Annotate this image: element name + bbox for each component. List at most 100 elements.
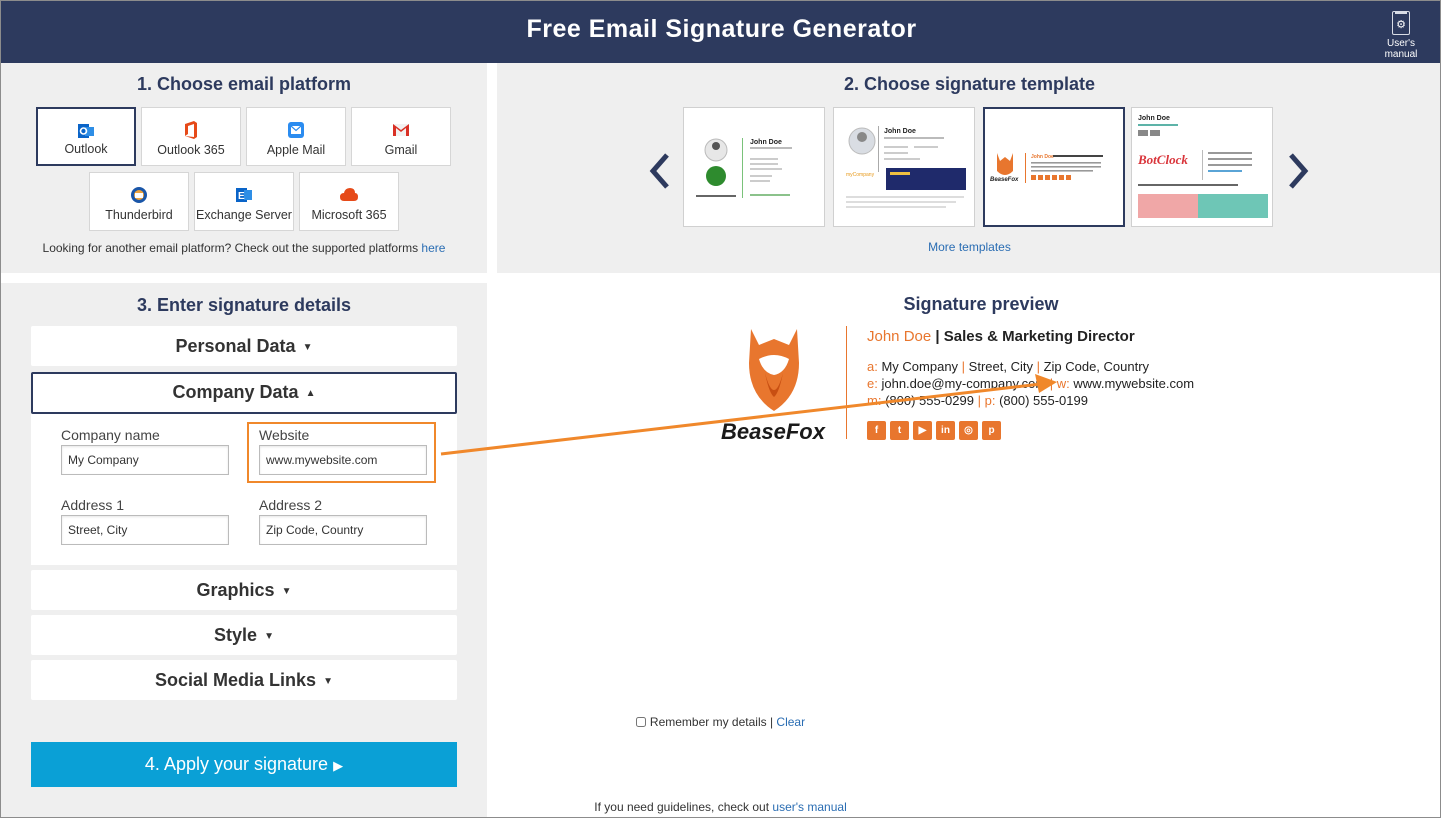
caret-down-icon: ▼ [302, 342, 313, 353]
signature-company: My Company [881, 359, 959, 374]
template-4-preview: John Doe BotClock [1137, 115, 1268, 218]
web-prefix: w: [1056, 376, 1070, 391]
template-panel-title: 2. Choose signature template [843, 74, 1096, 94]
manual-gear-icon: ⚙ [1392, 11, 1410, 35]
platform-label: Outlook 365 [157, 143, 225, 157]
platform-panel: 1. Choose email platform Outlook Outlook… [1, 63, 487, 273]
phone-prefix: p: [984, 393, 996, 408]
more-templates-link[interactable]: More templates [497, 240, 1440, 254]
remember-details-row: Remember my details | Clear [1, 715, 1440, 729]
signature-mobile: (800) 555-0299 [885, 393, 974, 408]
platform-label: Gmail [384, 143, 418, 157]
caret-down-icon: ▼ [323, 676, 333, 687]
signature-social-icons: f t ▶ in ◎ p [867, 420, 1005, 440]
platform-outlook-365[interactable]: Outlook 365 [141, 107, 241, 166]
thunderbird-icon [131, 187, 147, 203]
template-2-brand: myCompany [846, 172, 875, 178]
guidelines-note: If you need guidelines, check out user's… [1, 800, 1440, 814]
section-graphics-label: Graphics [196, 580, 275, 600]
signature-preview-title: Signature preview [903, 294, 1059, 314]
youtube-icon: ▶ [913, 421, 932, 440]
template-1-name: John Doe [750, 139, 782, 146]
instagram-icon: ◎ [959, 421, 978, 440]
header-bar: Free Email Signature Generator ⚙ User's … [1, 1, 1440, 63]
template-4-name: John Doe [1138, 115, 1170, 122]
signature-zip: Zip Code, Country [1043, 359, 1150, 374]
template-thumb-1[interactable]: John Doe [683, 107, 825, 227]
platform-note: Looking for another email platform? Chec… [1, 241, 487, 255]
template-thumb-2[interactable]: John Doe myCompany [833, 107, 975, 227]
address-prefix: a: [867, 359, 878, 374]
signature-phone: (800) 555-0199 [999, 393, 1088, 408]
company-name-input[interactable] [61, 445, 229, 475]
template-2-name: John Doe [884, 128, 916, 135]
platform-gmail[interactable]: Gmail [351, 107, 451, 166]
platform-microsoft-365[interactable]: Microsoft 365 [299, 172, 399, 231]
address1-input[interactable] [61, 515, 229, 545]
apple-mail-icon [288, 122, 304, 138]
page-title: Free Email Signature Generator [526, 15, 917, 43]
section-company-label: Company Data [172, 382, 299, 402]
platform-outlook[interactable]: Outlook [36, 107, 136, 166]
logo-wordmark: BeaseFox [721, 419, 826, 443]
chevron-right-icon[interactable] [1283, 151, 1313, 191]
template-3-brand: BeaseFox [990, 177, 1019, 183]
signature-position: Sales & Marketing Director [943, 328, 1135, 345]
signature-name: John Doe [867, 328, 932, 345]
template-3-name: John Doe [1031, 154, 1054, 160]
mobile-prefix: m: [867, 393, 882, 408]
exchange-icon: E [236, 188, 252, 202]
section-social-label: Social Media Links [155, 670, 317, 690]
remember-details-checkbox[interactable] [635, 717, 646, 727]
section-style-label: Style [214, 625, 258, 645]
users-manual-button[interactable]: ⚙ User's manual [1370, 11, 1432, 60]
template-4-brand: BotClock [1137, 152, 1188, 167]
platform-thunderbird[interactable]: Thunderbird [89, 172, 189, 231]
platform-label: Apple Mail [266, 143, 326, 157]
template-panel: 2. Choose signature template John Doe Jo… [497, 63, 1440, 273]
signature-street: Street, City [968, 359, 1033, 374]
remember-details-label: Remember my details [649, 715, 767, 729]
section-style[interactable]: Style ▼ [31, 615, 457, 655]
template-1-preview: John Doe [696, 138, 792, 198]
signature-email: john.doe@my-company.com [881, 376, 1047, 391]
section-personal-data[interactable]: Personal Data ▼ [31, 326, 457, 366]
signature-phone-line: m: (800) 555-0299 | p: (800) 555-0199 [867, 393, 1088, 408]
gmail-icon [393, 124, 409, 136]
clear-link[interactable]: Clear [776, 715, 805, 729]
section-graphics[interactable]: Graphics ▼ [31, 570, 457, 610]
section-social-media-links[interactable]: Social Media Links ▼ [31, 660, 457, 700]
twitter-icon: t [890, 421, 909, 440]
caret-up-icon: ▲ [305, 388, 316, 399]
chevron-left-icon[interactable] [645, 151, 675, 191]
platform-exchange-server[interactable]: E Exchange Server [194, 172, 294, 231]
template-thumb-3[interactable]: BeaseFox John Doe [983, 107, 1125, 227]
svg-text:E: E [238, 191, 245, 202]
details-panel-title: 3. Enter signature details [136, 295, 352, 315]
users-manual-link[interactable]: user's manual [772, 800, 846, 814]
caret-down-icon: ▼ [264, 631, 274, 642]
linkedin-icon: in [936, 421, 955, 440]
address2-input[interactable] [259, 515, 427, 545]
office-365-icon [185, 121, 197, 139]
platform-apple-mail[interactable]: Apple Mail [246, 107, 346, 166]
platform-label: Exchange Server [196, 208, 292, 222]
template-2-preview: John Doe myCompany [846, 126, 966, 208]
platform-panel-title: 1. Choose email platform [136, 74, 352, 94]
guidelines-text: If you need guidelines, check out [594, 800, 770, 814]
template-thumb-4[interactable]: John Doe BotClock [1131, 107, 1273, 227]
platforms-here-link[interactable]: here [421, 241, 445, 255]
signature-email-line: e: john.doe@my-company.com | w: www.mywe… [867, 376, 1195, 391]
email-prefix: e: [867, 376, 878, 391]
caret-right-icon: ▶ [333, 758, 344, 773]
address1-label: Address 1 [61, 497, 125, 513]
platform-label: Thunderbird [105, 208, 173, 222]
section-company-data[interactable]: Company Data ▲ [31, 372, 457, 414]
outlook-icon [78, 124, 94, 138]
section-personal-label: Personal Data [175, 336, 296, 356]
apply-signature-button[interactable]: 4. Apply your signature ▶ [31, 742, 457, 787]
signature-website: www.mywebsite.com [1073, 376, 1195, 391]
template-3-preview: BeaseFox John Doe [990, 153, 1103, 183]
app-window: Free Email Signature Generator ⚙ User's … [0, 0, 1441, 818]
pinterest-icon: p [982, 421, 1001, 440]
